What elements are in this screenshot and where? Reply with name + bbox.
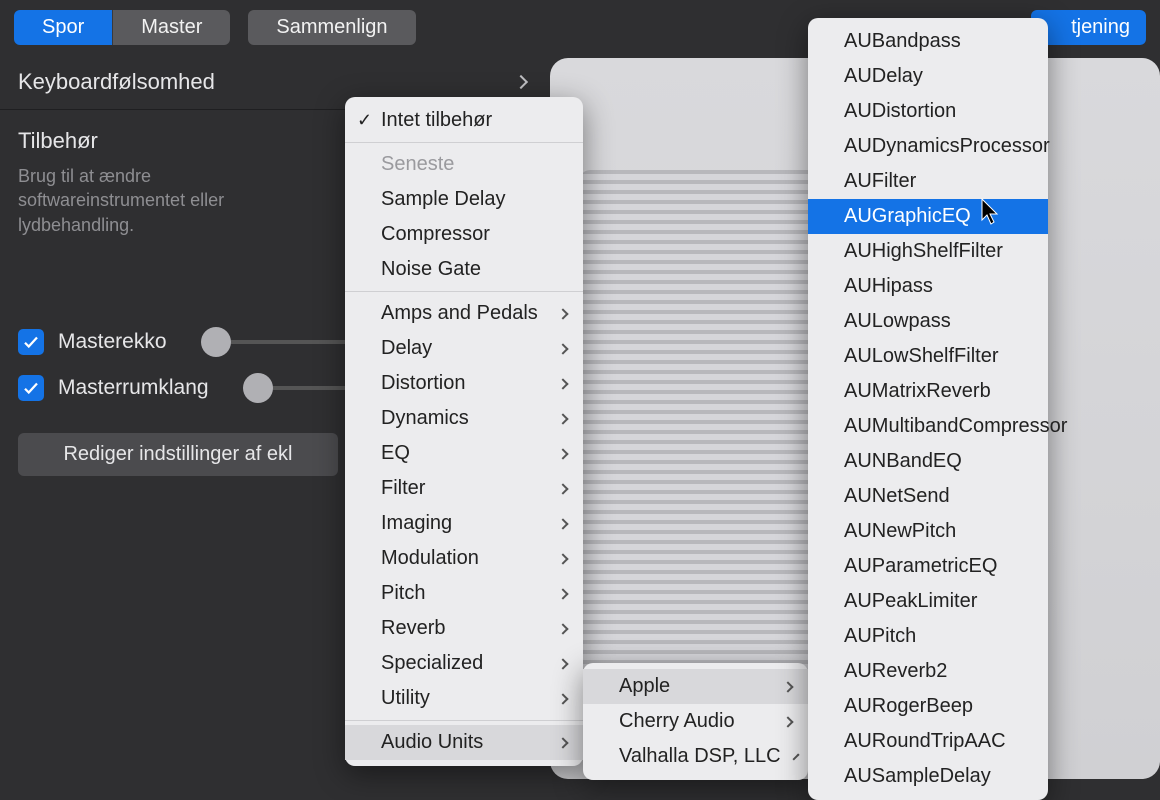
chevron-right-icon xyxy=(557,483,568,494)
chevron-right-icon xyxy=(557,343,568,354)
chevron-right-icon xyxy=(557,518,568,529)
chevron-right-icon xyxy=(557,553,568,564)
menu-separator xyxy=(345,291,583,292)
menu-item-category[interactable]: Specialized xyxy=(345,646,583,681)
chevron-right-icon xyxy=(557,623,568,634)
menu-item-au-plugin[interactable]: AUSampleDelay xyxy=(808,759,1048,794)
menu-item-au-plugin[interactable]: AURoundTripAAC xyxy=(808,724,1048,759)
menu-item-au-plugin[interactable]: AURogerBeep xyxy=(808,689,1048,724)
menu-item-recent[interactable]: Noise Gate xyxy=(345,252,583,287)
chevron-right-icon xyxy=(557,378,568,389)
master-echo-checkbox[interactable] xyxy=(18,329,44,355)
menu-item-au-plugin[interactable]: AUMatrixReverb xyxy=(808,374,1048,409)
tab-master[interactable]: Master xyxy=(112,10,230,45)
menu-item-vendor[interactable]: Cherry Audio xyxy=(583,704,808,739)
menu-item-recent-header: Seneste xyxy=(345,147,583,182)
menu-item-vendor[interactable]: Valhalla DSP, LLC xyxy=(583,739,808,774)
menu-item-au-plugin[interactable]: AUDistortion xyxy=(808,94,1048,129)
chevron-right-icon xyxy=(557,693,568,704)
slider-thumb[interactable] xyxy=(243,373,273,403)
menu-item-au-plugin[interactable]: AULowShelfFilter xyxy=(808,339,1048,374)
menu-item-au-plugin[interactable]: AUMultibandCompressor xyxy=(808,409,1048,444)
master-echo-label: Masterekko xyxy=(58,330,167,354)
menu-item-category[interactable]: Modulation xyxy=(345,541,583,576)
menu-item-au-plugin[interactable]: AUNewPitch xyxy=(808,514,1048,549)
menu-separator xyxy=(345,720,583,721)
menu-item-au-plugin[interactable]: AUDelay xyxy=(808,59,1048,94)
menu-item-audio-units[interactable]: Audio Units xyxy=(345,725,583,760)
plugin-category-menu: Intet tilbehør Seneste Sample Delay Comp… xyxy=(345,97,583,766)
chevron-right-icon xyxy=(557,588,568,599)
menu-item-category[interactable]: Delay xyxy=(345,331,583,366)
apple-au-plugin-menu: AUBandpassAUDelayAUDistortionAUDynamicsP… xyxy=(808,18,1048,800)
menu-item-category[interactable]: EQ xyxy=(345,436,583,471)
menu-item-au-plugin[interactable]: AUParametricEQ xyxy=(808,549,1048,584)
menu-item-au-plugin[interactable]: AUReverb2 xyxy=(808,654,1048,689)
menu-item-category[interactable]: Dynamics xyxy=(345,401,583,436)
compare-button[interactable]: Sammenlign xyxy=(248,10,415,45)
menu-item-au-plugin[interactable]: AUNBandEQ xyxy=(808,444,1048,479)
au-vendor-menu: Apple Cherry Audio Valhalla DSP, LLC xyxy=(583,663,808,780)
keyboard-sensitivity-label: Keyboardfølsomhed xyxy=(18,69,215,95)
tab-track[interactable]: Spor xyxy=(14,10,112,45)
compare-group: Sammenlign xyxy=(248,10,415,45)
menu-item-category[interactable]: Imaging xyxy=(345,506,583,541)
menu-item-recent[interactable]: Compressor xyxy=(345,217,583,252)
menu-item-au-plugin[interactable]: AUGraphicEQ xyxy=(808,199,1048,234)
menu-item-au-plugin[interactable]: AULowpass xyxy=(808,304,1048,339)
edit-echo-settings-button[interactable]: Rediger indstillinger af ekl xyxy=(18,433,338,476)
menu-item-vendor-apple[interactable]: Apple xyxy=(583,669,808,704)
chevron-right-icon xyxy=(792,753,799,760)
chevron-right-icon xyxy=(557,413,568,424)
chevron-right-icon xyxy=(557,448,568,459)
menu-item-au-plugin[interactable]: AUHipass xyxy=(808,269,1048,304)
menu-item-au-plugin[interactable]: AUDynamicsProcessor xyxy=(808,129,1048,164)
chevron-right-icon xyxy=(782,716,793,727)
menu-item-au-plugin[interactable]: AUBandpass xyxy=(808,24,1048,59)
menu-item-category[interactable]: Amps and Pedals xyxy=(345,296,583,331)
master-reverb-checkbox[interactable] xyxy=(18,375,44,401)
master-reverb-label: Masterrumklang xyxy=(58,376,209,400)
menu-item-au-plugin[interactable]: AUNetSend xyxy=(808,479,1048,514)
slider-thumb[interactable] xyxy=(201,327,231,357)
master-echo-slider[interactable] xyxy=(201,340,361,344)
menu-item-au-plugin[interactable]: AUFilter xyxy=(808,164,1048,199)
menu-item-category[interactable]: Reverb xyxy=(345,611,583,646)
menu-item-category[interactable]: Filter xyxy=(345,471,583,506)
menu-item-au-plugin[interactable]: AUPeakLimiter xyxy=(808,584,1048,619)
chevron-right-icon xyxy=(557,658,568,669)
chevron-right-icon xyxy=(557,737,568,748)
menu-item-category[interactable]: Distortion xyxy=(345,366,583,401)
chevron-right-icon xyxy=(782,681,793,692)
menu-item-au-plugin[interactable]: AUHighShelfFilter xyxy=(808,234,1048,269)
menu-item-au-plugin[interactable]: AUPitch xyxy=(808,619,1048,654)
menu-item-category[interactable]: Utility xyxy=(345,681,583,716)
chevron-right-icon xyxy=(514,75,528,89)
menu-item-no-plugin[interactable]: Intet tilbehør xyxy=(345,103,583,138)
menu-item-category[interactable]: Pitch xyxy=(345,576,583,611)
chevron-right-icon xyxy=(557,308,568,319)
menu-item-recent[interactable]: Sample Delay xyxy=(345,182,583,217)
tab-group: Spor Master xyxy=(14,10,230,45)
menu-separator xyxy=(345,142,583,143)
accessories-help: Brug til at ændre softwareinstrumentet e… xyxy=(0,160,260,249)
top-right-button[interactable]: tjening xyxy=(1031,10,1146,45)
